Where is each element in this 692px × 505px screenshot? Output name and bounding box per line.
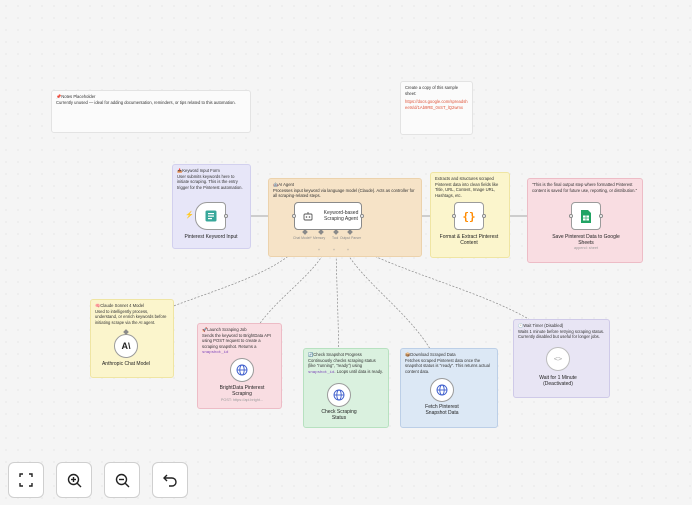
sticky-body: Extracts and structures scraped Pinteres… (435, 176, 499, 198)
agent-input-handle[interactable] (292, 214, 296, 218)
zoom-in-button[interactable] (56, 462, 92, 498)
node-fetch-snapshot-data[interactable] (430, 378, 454, 402)
google-sheets-icon (581, 209, 591, 223)
node-label: Anthropic Chat Model (101, 361, 151, 367)
sticky-body: Fetches scraped Pinterest data once the … (405, 357, 490, 374)
node-subtitle: append: sheet (573, 246, 599, 250)
node-label: Wait for 1 Minute (Deactivated) (539, 375, 577, 387)
node-label: Check Scraping Status (321, 409, 357, 421)
fullscreen-icon (19, 473, 33, 487)
sheets-input-handle[interactable] (569, 214, 573, 218)
code-braces-icon: {} (462, 209, 476, 223)
node-label: BrightData Pinterest Scraping (219, 385, 265, 397)
format-input-handle[interactable] (452, 214, 456, 218)
sticky-body: Waits 1 minute before retrying scraping … (518, 328, 605, 340)
agent-output-handle[interactable] (360, 214, 364, 218)
node-keyword-scraping-agent[interactable]: Keyword-based Scraping Agent (294, 202, 362, 230)
sticky-body-text-a: Continuously checks scraping status (lik… (308, 357, 376, 369)
port-label-memory: Memory (313, 236, 326, 240)
anthropic-icon: A\ (121, 341, 131, 351)
sticky-body-text-b: . Loops until data is ready. (334, 368, 383, 374)
sticky-body: Sends the keyword to BrightData API usin… (202, 333, 277, 357)
port-label-tool: Tool (332, 236, 339, 240)
workflow-canvas[interactable]: 📌Notes Placeholder Currently unused — id… (0, 0, 692, 505)
globe-icon (436, 384, 448, 396)
node-brightdata-scraping[interactable] (230, 358, 254, 382)
undo-icon (163, 474, 177, 487)
snapshot-id-code: snapshot_id (308, 370, 335, 375)
sticky-body: User submits keywords here to initiate s… (177, 173, 243, 190)
port-label-chat-model: Chat Model* (293, 236, 312, 240)
sticky-body: Create a copy of this sample sheet: (405, 85, 459, 96)
zoom-out-button[interactable] (104, 462, 140, 498)
sticky-body-text: Sends the keyword to BrightData API usin… (202, 332, 271, 349)
add-tool-icon[interactable]: + (333, 248, 335, 252)
code-icon: <> (553, 355, 563, 363)
robot-icon (303, 212, 313, 221)
add-tool-icon[interactable]: + (347, 248, 349, 252)
trigger-bolt-icon: ⚡ (185, 212, 194, 219)
format-output-handle[interactable] (482, 214, 486, 218)
undo-button[interactable] (152, 462, 188, 498)
zoom-out-icon (115, 473, 129, 487)
globe-icon (333, 389, 345, 401)
sticky-body: Currently unused — ideal for adding docu… (56, 99, 236, 105)
node-format-extract[interactable]: {} (454, 202, 484, 230)
node-label: Keyword-based Scraping Agent (323, 210, 359, 222)
sticky-body: "This is the final output step where for… (532, 182, 638, 193)
sticky-body: Used to intelligently process, understan… (95, 308, 167, 325)
node-label: Fetch Pinterest Snapshot Data (425, 404, 459, 416)
node-wait-1-minute[interactable]: <> (546, 347, 570, 371)
port-label-output-parser: Output Parser (340, 236, 362, 240)
snapshot-id-code: snapshot_id (202, 351, 229, 356)
node-save-google-sheets[interactable] (571, 202, 601, 230)
sheet-link[interactable]: https://docs.google.com/spreadsheets/d/1… (405, 99, 468, 110)
sticky-body: Processes input keyword via language mod… (273, 187, 415, 199)
node-label: Pinterest Keyword Input (184, 234, 238, 240)
form-icon (205, 210, 216, 222)
sticky-copy-sheet[interactable]: Create a copy of this sample sheet: http… (400, 81, 473, 135)
node-check-scraping-status[interactable] (327, 383, 351, 407)
node-pinterest-keyword-input[interactable] (195, 202, 226, 230)
sticky-body: Continuously checks scraping status (lik… (308, 358, 384, 377)
sheets-output-handle[interactable] (599, 214, 603, 218)
trigger-output-handle[interactable] (224, 214, 228, 218)
globe-icon (236, 364, 248, 376)
node-label: Save Pinterest Data to Google Sheets (552, 234, 620, 246)
zoom-in-icon (67, 473, 81, 487)
node-anthropic-chat-model[interactable]: A\ (114, 334, 138, 358)
add-tool-icon[interactable]: + (318, 248, 320, 252)
fit-view-button[interactable] (8, 462, 44, 498)
node-subtitle: POST: https://api.bright... (220, 398, 264, 402)
sticky-notes-placeholder[interactable]: 📌Notes Placeholder Currently unused — id… (51, 90, 251, 133)
node-label: Format & Extract Pinterest Content (439, 234, 499, 246)
